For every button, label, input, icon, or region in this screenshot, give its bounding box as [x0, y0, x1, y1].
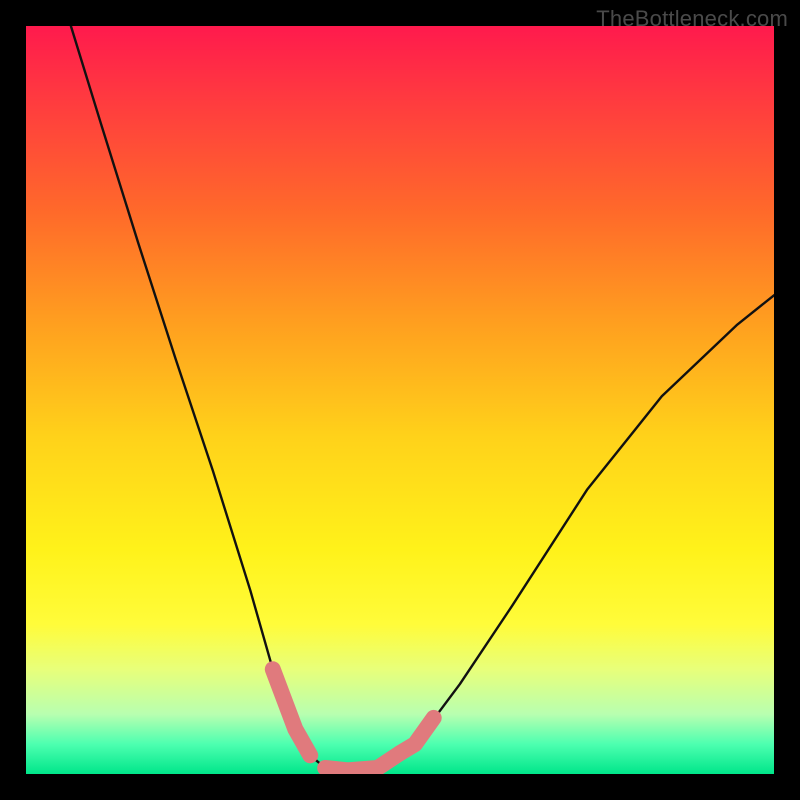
watermark-text: TheBottleneck.com: [596, 6, 788, 32]
chart-svg: [26, 26, 774, 774]
highlight-seg-1: [325, 753, 400, 770]
chart-plot-area: [26, 26, 774, 774]
bottleneck-curve: [71, 26, 774, 770]
highlight-seg-0: [273, 669, 310, 755]
highlight-seg-2: [400, 718, 434, 753]
chart-frame: TheBottleneck.com: [0, 0, 800, 800]
